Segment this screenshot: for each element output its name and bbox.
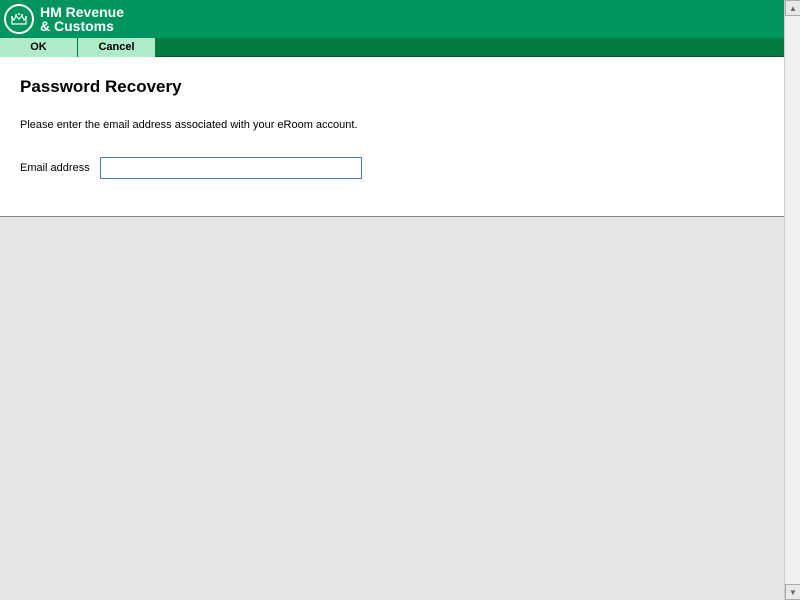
vertical-scrollbar[interactable]: ▲ ▼ — [784, 0, 800, 600]
scroll-up-icon[interactable]: ▲ — [785, 0, 800, 16]
org-name-line1: HM Revenue — [40, 5, 124, 19]
ok-button[interactable]: OK — [0, 38, 78, 57]
org-name: HM Revenue & Customs — [40, 5, 124, 33]
scroll-down-icon[interactable]: ▼ — [785, 584, 800, 600]
page-title: Password Recovery — [20, 77, 764, 97]
header-banner: HM Revenue & Customs — [0, 0, 784, 38]
crown-icon — [4, 4, 34, 34]
email-label: Email address — [20, 162, 90, 174]
org-name-line2: & Customs — [40, 19, 124, 33]
org-logo: HM Revenue & Customs — [4, 4, 124, 34]
email-field[interactable] — [100, 157, 362, 179]
instruction-text: Please enter the email address associate… — [20, 119, 764, 131]
content-panel: Password Recovery Please enter the email… — [0, 57, 784, 217]
cancel-button[interactable]: Cancel — [78, 38, 156, 57]
email-form-row: Email address — [20, 157, 764, 179]
action-bar: OK Cancel — [0, 38, 784, 57]
